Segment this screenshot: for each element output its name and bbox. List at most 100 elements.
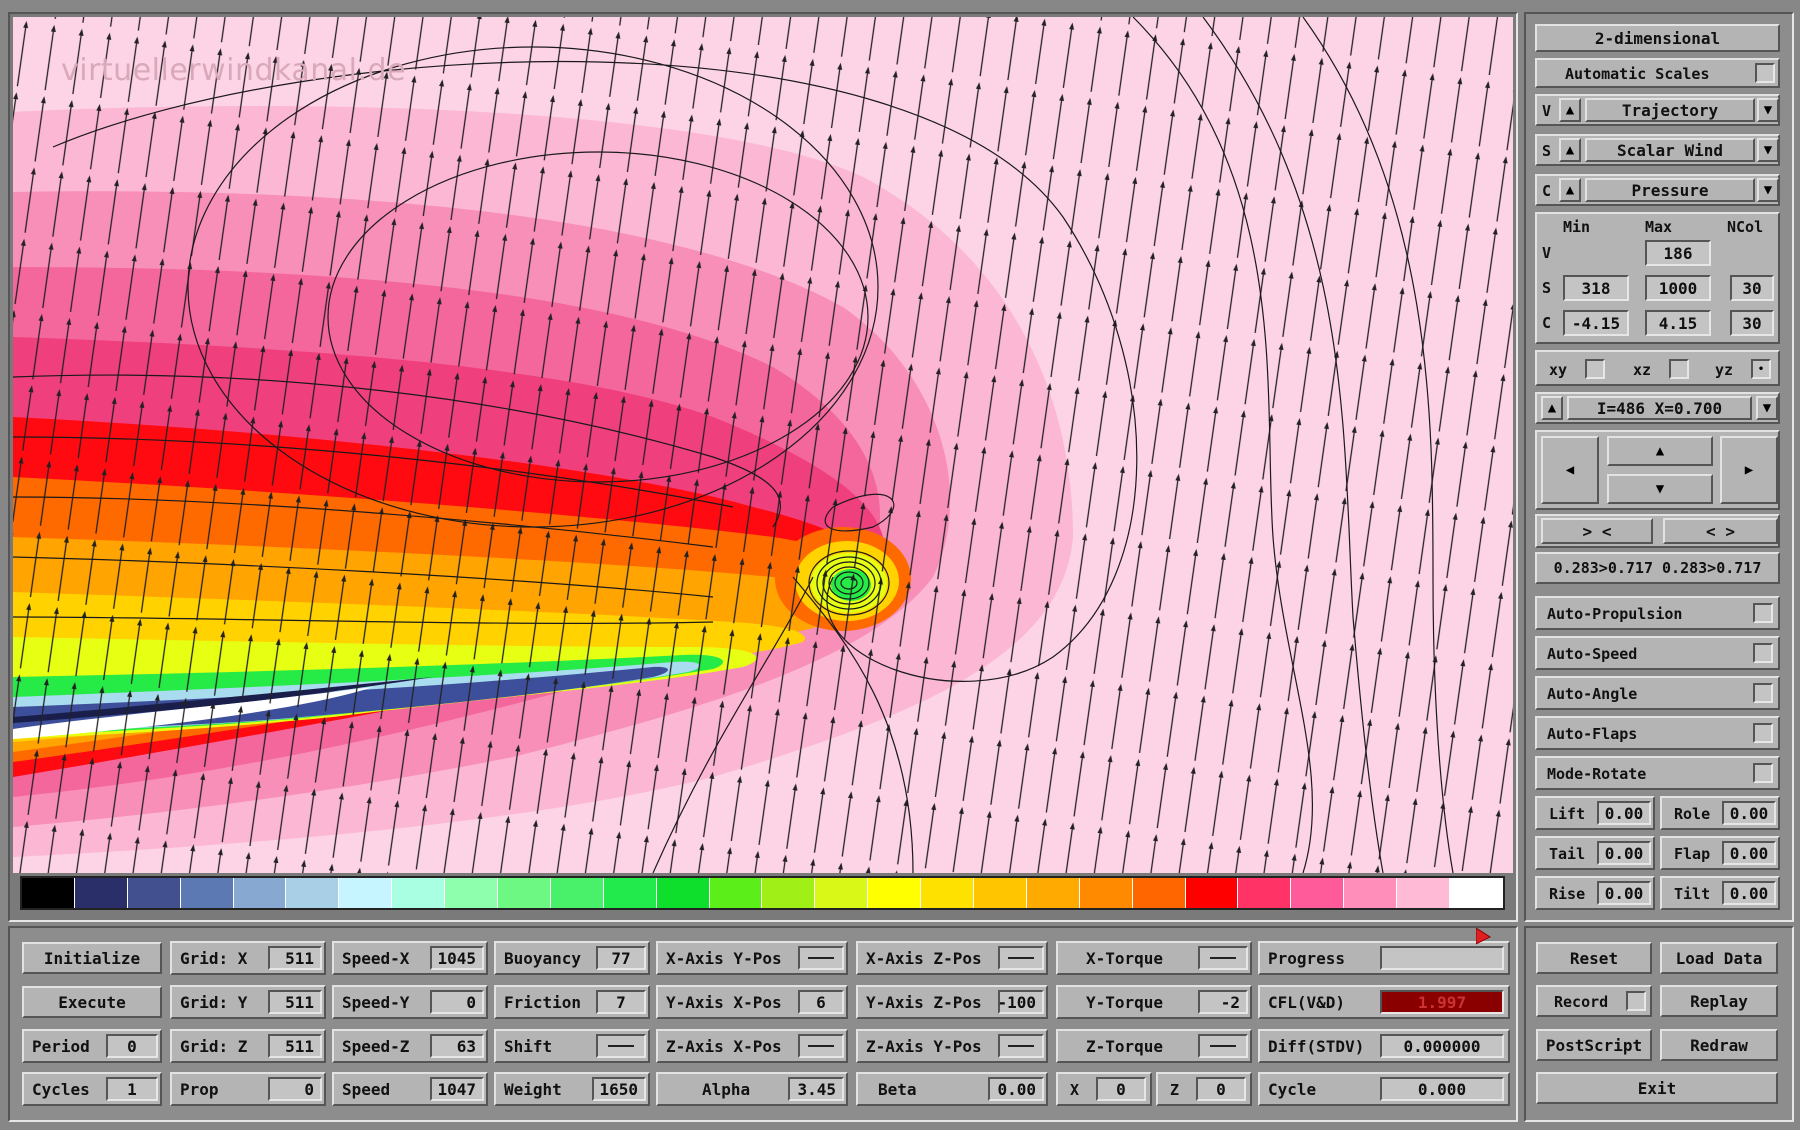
scalar-next-arrow[interactable]: ▼ <box>1757 138 1779 162</box>
postscript-button[interactable]: PostScript <box>1536 1029 1652 1061</box>
z-pos-field[interactable]: 0 <box>1196 1077 1246 1101</box>
slice-up-arrow[interactable]: ▲ <box>1541 396 1563 420</box>
x-pos-field[interactable]: 0 <box>1096 1077 1146 1101</box>
dimension-mode-button[interactable]: 2-dimensional <box>1535 24 1780 52</box>
xaxis-ypos-field[interactable] <box>798 946 844 970</box>
buoyancy-field[interactable]: 77 <box>596 946 646 970</box>
zoom-out-button[interactable]: < > <box>1663 518 1778 544</box>
friction-label: Friction <box>504 992 582 1012</box>
pan-up-button[interactable]: ▲ <box>1607 436 1713 466</box>
replay-button[interactable]: Replay <box>1660 985 1778 1017</box>
flap-field[interactable]: 0.00 <box>1722 841 1776 865</box>
z-torque-field[interactable] <box>1198 1034 1248 1058</box>
rise-field[interactable]: 0.00 <box>1597 881 1651 905</box>
auto-scales-checkbox[interactable] <box>1755 63 1775 83</box>
pan-down-button[interactable]: ▼ <box>1607 474 1713 504</box>
speed-x-field[interactable]: 1045 <box>430 946 484 970</box>
reset-button[interactable]: Reset <box>1536 942 1652 974</box>
yaxis-zpos-field[interactable]: -100 <box>997 990 1044 1014</box>
s-min-field[interactable]: 318 <box>1563 275 1629 301</box>
contour-next-arrow[interactable]: ▼ <box>1757 178 1779 202</box>
mode-rotate-checkbox[interactable] <box>1753 763 1773 783</box>
auto-propulsion-checkbox[interactable] <box>1753 603 1773 623</box>
alpha-row: Alpha 3.45 <box>656 1072 848 1106</box>
v-max-field[interactable]: 186 <box>1645 240 1711 266</box>
slice-down-arrow[interactable]: ▼ <box>1756 396 1778 420</box>
zaxis-xpos-field[interactable] <box>798 1034 844 1058</box>
prop-field[interactable]: 0 <box>268 1077 322 1101</box>
redraw-button[interactable]: Redraw <box>1660 1029 1778 1061</box>
role-field[interactable]: 0.00 <box>1722 801 1776 825</box>
color-swatch <box>1238 878 1292 908</box>
weight-field[interactable]: 1650 <box>592 1077 646 1101</box>
tilt-field[interactable]: 0.00 <box>1722 881 1776 905</box>
alpha-field[interactable]: 3.45 <box>788 1077 844 1101</box>
speed-z-field[interactable]: 63 <box>430 1034 484 1058</box>
s-ncol-field[interactable]: 30 <box>1730 275 1774 301</box>
vector-prev-arrow[interactable]: ▲ <box>1559 98 1581 122</box>
prop-label: Prop <box>180 1079 219 1099</box>
shift-field[interactable] <box>596 1034 646 1058</box>
speed-y-row: Speed-Y 0 <box>332 985 488 1019</box>
plane-xz-label: xz <box>1633 361 1652 379</box>
record-row[interactable]: Record <box>1536 985 1652 1017</box>
yaxis-xpos-field[interactable]: 6 <box>798 990 844 1014</box>
toggle-auto-flaps[interactable]: Auto-Flaps <box>1535 716 1780 750</box>
toggle-auto-speed[interactable]: Auto-Speed <box>1535 636 1780 670</box>
xaxis-zpos-field[interactable] <box>998 946 1044 970</box>
auto-scales-row[interactable]: Automatic Scales <box>1535 58 1780 88</box>
c-ncol-field[interactable]: 30 <box>1730 310 1774 336</box>
flow-visualization-canvas[interactable]: virtuellerwindkanal.de <box>13 17 1513 873</box>
load-data-button[interactable]: Load Data <box>1660 942 1778 974</box>
plane-xz-radio[interactable] <box>1669 359 1689 379</box>
slice-selector: ▲ I=486 X=0.700 ▼ <box>1535 392 1780 424</box>
contour-selector[interactable]: C ▲ Pressure ▼ <box>1535 174 1780 206</box>
grid-z-field[interactable]: 511 <box>268 1034 322 1058</box>
execute-button[interactable]: Execute <box>22 986 162 1018</box>
pan-right-button[interactable]: ▶ <box>1720 436 1778 504</box>
initialize-button[interactable]: Initialize <box>22 942 162 974</box>
x-torque-field[interactable] <box>1198 946 1248 970</box>
vector-selector[interactable]: V ▲ Trajectory ▼ <box>1535 94 1780 126</box>
toggle-auto-angle[interactable]: Auto-Angle <box>1535 676 1780 710</box>
speed-field[interactable]: 1047 <box>430 1077 484 1101</box>
zoom-in-button[interactable]: > < <box>1541 518 1653 544</box>
pan-left-button[interactable]: ◀ <box>1541 436 1599 504</box>
contour-prev-arrow[interactable]: ▲ <box>1559 178 1581 202</box>
friction-field[interactable]: 7 <box>596 990 646 1014</box>
cycle-label: Cycle <box>1268 1079 1317 1099</box>
color-swatch <box>1344 878 1398 908</box>
c-min-field[interactable]: -4.15 <box>1563 310 1629 336</box>
scalar-selector[interactable]: S ▲ Scalar Wind ▼ <box>1535 134 1780 166</box>
role-label: Role <box>1674 805 1711 823</box>
vector-next-arrow[interactable]: ▼ <box>1757 98 1779 122</box>
min-header: Min <box>1563 218 1591 236</box>
vector-value[interactable]: Trajectory <box>1585 98 1755 122</box>
cycles-field[interactable]: 1 <box>106 1077 158 1101</box>
exit-button[interactable]: Exit <box>1536 1072 1778 1104</box>
auto-speed-checkbox[interactable] <box>1753 643 1773 663</box>
auto-flaps-checkbox[interactable] <box>1753 723 1773 743</box>
grid-y-field[interactable]: 511 <box>268 990 322 1014</box>
toggle-auto-propulsion[interactable]: Auto-Propulsion <box>1535 596 1780 630</box>
plane-xy-radio[interactable] <box>1585 359 1605 379</box>
xaxis-zpos-empty-dash <box>1008 957 1034 959</box>
yaxis-zpos-label: Y-Axis Z-Pos <box>866 992 982 1012</box>
y-torque-field[interactable]: -2 <box>1198 990 1248 1014</box>
scalar-value[interactable]: Scalar Wind <box>1585 138 1755 162</box>
tail-field[interactable]: 0.00 <box>1597 841 1651 865</box>
grid-x-field[interactable]: 511 <box>268 946 322 970</box>
auto-angle-checkbox[interactable] <box>1753 683 1773 703</box>
c-max-field[interactable]: 4.15 <box>1645 310 1711 336</box>
beta-field[interactable]: 0.00 <box>988 1077 1044 1101</box>
record-checkbox[interactable] <box>1626 991 1646 1011</box>
plane-yz-radio[interactable]: • <box>1751 359 1771 379</box>
s-max-field[interactable]: 1000 <box>1645 275 1711 301</box>
scalar-prev-arrow[interactable]: ▲ <box>1559 138 1581 162</box>
contour-value[interactable]: Pressure <box>1585 178 1755 202</box>
zaxis-ypos-field[interactable] <box>998 1034 1044 1058</box>
speed-y-field[interactable]: 0 <box>430 990 484 1014</box>
lift-field[interactable]: 0.00 <box>1597 801 1651 825</box>
toggle-mode-rotate[interactable]: Mode-Rotate <box>1535 756 1780 790</box>
period-field[interactable]: 0 <box>106 1034 158 1058</box>
